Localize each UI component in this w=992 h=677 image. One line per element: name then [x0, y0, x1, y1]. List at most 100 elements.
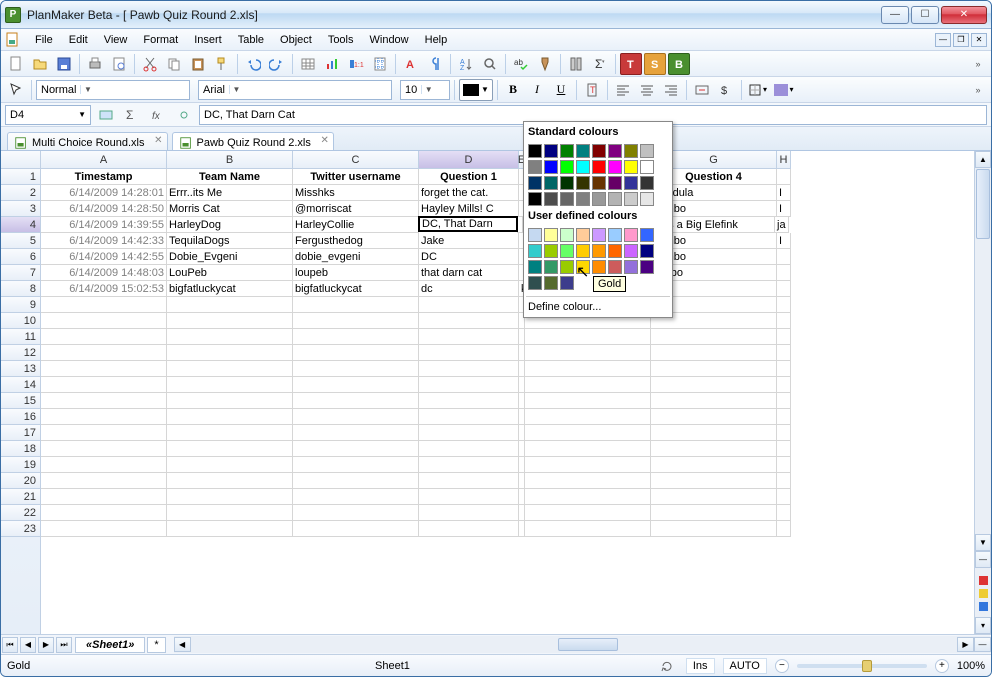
zoom-in-button[interactable]: +	[935, 659, 949, 673]
tab-close-icon[interactable]: ✕	[320, 135, 328, 146]
cell[interactable]	[293, 457, 419, 473]
menu-format[interactable]: Format	[135, 32, 186, 48]
color-swatch[interactable]	[560, 176, 574, 190]
cell[interactable]	[41, 297, 167, 313]
col-header[interactable]: D	[419, 151, 519, 169]
cell[interactable]	[419, 425, 519, 441]
table-icon[interactable]	[297, 53, 319, 75]
hscroll-split-button[interactable]: —	[974, 637, 991, 652]
cell[interactable]: Misshks	[293, 185, 419, 201]
row-header[interactable]: 2	[1, 185, 41, 201]
cell[interactable]	[651, 329, 777, 345]
cells-area[interactable]: TimestampTeam NameTwitter usernameQuesti…	[41, 169, 791, 634]
cell[interactable]	[419, 377, 519, 393]
cell[interactable]	[293, 361, 419, 377]
color-swatch[interactable]	[576, 144, 590, 158]
cell[interactable]	[777, 409, 791, 425]
cell[interactable]	[525, 425, 651, 441]
cell[interactable]	[419, 329, 519, 345]
italic-button[interactable]: I	[526, 79, 548, 101]
menu-edit[interactable]: Edit	[61, 32, 96, 48]
color-swatch[interactable]	[576, 228, 590, 242]
sheet-add-button[interactable]: *	[147, 637, 165, 653]
zoom-icon[interactable]: 1:1	[345, 53, 367, 75]
cell[interactable]	[167, 329, 293, 345]
undo-icon[interactable]	[242, 53, 264, 75]
cell[interactable]	[777, 345, 791, 361]
cell[interactable]	[777, 425, 791, 441]
cell[interactable]	[293, 313, 419, 329]
cell[interactable]: forget the cat.	[419, 185, 519, 201]
cell[interactable]: 6/14/2009 15:02:53	[41, 281, 167, 297]
row-header[interactable]: 15	[1, 393, 41, 409]
page-setup-icon[interactable]	[369, 53, 391, 75]
color-swatch[interactable]	[640, 192, 654, 206]
cell[interactable]	[167, 425, 293, 441]
cell[interactable]	[525, 473, 651, 489]
cell[interactable]: 6/14/2009 14:28:50	[41, 201, 167, 217]
cell[interactable]	[777, 377, 791, 393]
sheet-next-button[interactable]: ▶	[38, 637, 54, 653]
sheet-first-button[interactable]: ⏮	[2, 637, 18, 653]
color-swatch[interactable]	[624, 176, 638, 190]
marker-blue-icon[interactable]	[979, 602, 988, 611]
cell[interactable]	[41, 329, 167, 345]
color-swatch[interactable]	[608, 176, 622, 190]
cell[interactable]	[167, 297, 293, 313]
cell[interactable]	[167, 473, 293, 489]
menu-insert[interactable]: Insert	[186, 32, 230, 48]
cell[interactable]	[419, 489, 519, 505]
menu-help[interactable]: Help	[417, 32, 456, 48]
color-swatch[interactable]	[640, 144, 654, 158]
cell[interactable]	[167, 521, 293, 537]
cell[interactable]: 6/14/2009 14:39:55	[41, 217, 167, 233]
cell[interactable]: that darn cat	[419, 265, 519, 281]
print-preview-icon[interactable]	[108, 53, 130, 75]
cell[interactable]	[167, 393, 293, 409]
cell[interactable]	[651, 457, 777, 473]
cell[interactable]	[777, 441, 791, 457]
row-header[interactable]: 9	[1, 297, 41, 313]
doc-close-button[interactable]: ✕	[971, 33, 987, 47]
sum-fx-icon[interactable]: Σ	[121, 104, 143, 126]
cell[interactable]	[293, 297, 419, 313]
cell[interactable]: I	[777, 233, 791, 249]
style-combo[interactable]: Normal▼	[36, 80, 190, 100]
underline-button[interactable]: U	[550, 79, 572, 101]
fill-color-button[interactable]: ▼	[459, 79, 493, 101]
row-header[interactable]: 1	[1, 169, 41, 185]
cell[interactable]	[167, 441, 293, 457]
cell[interactable]	[777, 473, 791, 489]
color-swatch[interactable]	[544, 144, 558, 158]
cell[interactable]	[167, 313, 293, 329]
color-swatch[interactable]	[624, 192, 638, 206]
cell[interactable]	[651, 361, 777, 377]
cell-reference-box[interactable]: D4▼	[5, 105, 91, 125]
cell[interactable]	[293, 425, 419, 441]
color-swatch[interactable]	[528, 260, 542, 274]
cell[interactable]	[167, 377, 293, 393]
cell[interactable]	[651, 345, 777, 361]
col-header[interactable]: B	[167, 151, 293, 169]
color-swatch[interactable]	[528, 176, 542, 190]
horizontal-scrollbar[interactable]: ◀ ▶ —	[174, 636, 991, 653]
cell[interactable]: HarleyCollie	[293, 217, 419, 233]
cell[interactable]	[777, 505, 791, 521]
vertical-scrollbar[interactable]: ▲ ▼ — ▾	[974, 151, 991, 634]
para-format-icon[interactable]	[424, 53, 446, 75]
color-swatch[interactable]	[528, 160, 542, 174]
cell[interactable]: dobie_evgeni	[293, 249, 419, 265]
cell[interactable]	[41, 505, 167, 521]
row-header[interactable]: 4	[1, 217, 41, 233]
menu-table[interactable]: Table	[230, 32, 272, 48]
color-swatch[interactable]	[544, 160, 558, 174]
zoom-out-button[interactable]: −	[775, 659, 789, 673]
cell[interactable]: Errr..its Me	[167, 185, 293, 201]
cell[interactable]: LouPeb	[167, 265, 293, 281]
cell[interactable]	[293, 409, 419, 425]
font-combo[interactable]: Arial▼	[198, 80, 392, 100]
row-header[interactable]: 20	[1, 473, 41, 489]
cell[interactable]	[651, 489, 777, 505]
cell[interactable]	[41, 441, 167, 457]
cell[interactable]	[293, 345, 419, 361]
